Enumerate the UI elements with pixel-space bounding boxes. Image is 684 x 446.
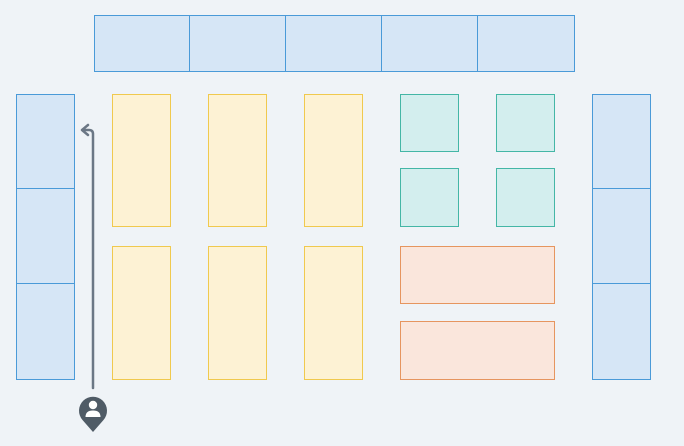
walking-path <box>82 128 95 390</box>
person-pin-icon <box>79 396 107 432</box>
floor-plan <box>0 0 684 446</box>
walking-path-layer <box>79 123 107 432</box>
